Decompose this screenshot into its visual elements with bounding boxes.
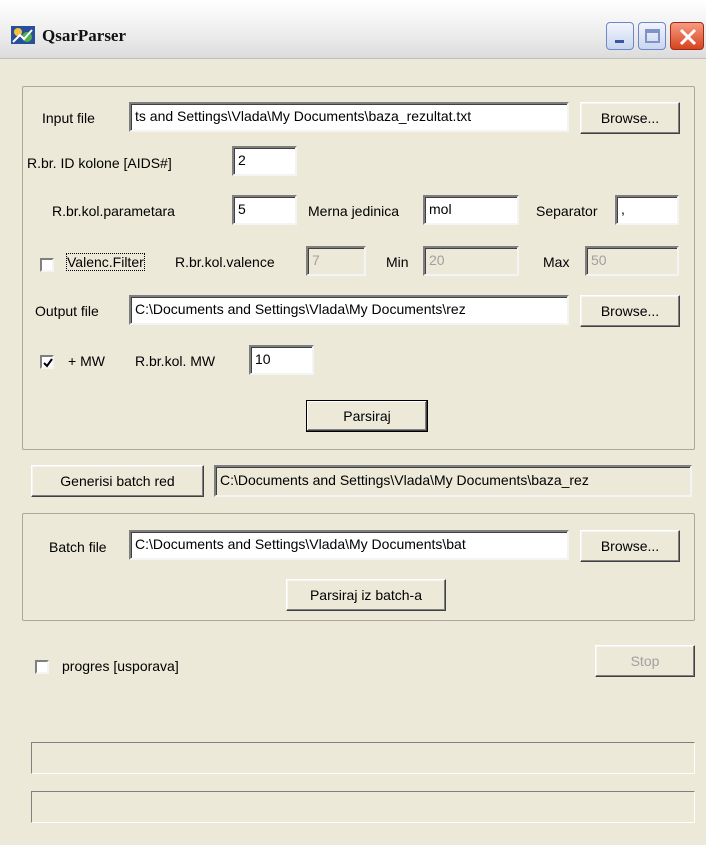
- valence-column-label: R.br.kol.valence: [175, 254, 275, 270]
- parse-batch-button[interactable]: Parsiraj iz batch-a: [286, 579, 446, 611]
- batch-browse-button[interactable]: Browse...: [580, 530, 680, 562]
- mw-label: + MW: [68, 353, 105, 369]
- separator-label: Separator: [536, 203, 598, 219]
- progress-bar-1: [31, 742, 695, 774]
- input-file-field[interactable]: ts and Settings\Vlada\My Documents\baza_…: [129, 102, 569, 132]
- progress-label: progres [usporava]: [62, 658, 179, 674]
- batch-file-field[interactable]: C:\Documents and Settings\Vlada\My Docum…: [129, 530, 569, 560]
- generate-batch-row-button[interactable]: Generisi batch red: [31, 465, 204, 497]
- close-button[interactable]: [670, 22, 704, 50]
- unit-label: Merna jedinica: [308, 203, 400, 219]
- output-browse-button[interactable]: Browse...: [580, 295, 680, 327]
- close-icon: [679, 28, 697, 46]
- app-window: QsarParser Input file ts and Settings\Vl…: [0, 0, 706, 845]
- parse-button[interactable]: Parsiraj: [306, 400, 428, 432]
- minimize-icon: [615, 40, 624, 43]
- window-title: QsarParser: [42, 26, 127, 45]
- input-browse-button[interactable]: Browse...: [580, 102, 680, 134]
- separator-field[interactable]: ,: [615, 195, 679, 225]
- maximize-button[interactable]: [638, 22, 666, 50]
- max-field[interactable]: 50: [585, 246, 679, 276]
- input-file-label: Input file: [42, 110, 95, 126]
- valence-column-field[interactable]: 7: [306, 246, 366, 276]
- output-file-field[interactable]: C:\Documents and Settings\Vlada\My Docum…: [129, 295, 569, 325]
- progress-checkbox[interactable]: [35, 660, 49, 674]
- valence-filter-label[interactable]: Valenc.Filter: [66, 253, 145, 271]
- batch-row-field[interactable]: C:\Documents and Settings\Vlada\My Docum…: [214, 465, 692, 497]
- id-column-field[interactable]: 2: [232, 146, 297, 176]
- valence-filter-checkbox[interactable]: [40, 258, 54, 272]
- min-field[interactable]: 20: [423, 246, 519, 276]
- mw-checkbox[interactable]: [40, 355, 54, 369]
- title-bar[interactable]: QsarParser: [0, 0, 706, 59]
- progress-bar-2: [31, 791, 695, 823]
- max-label: Max: [543, 254, 570, 270]
- stop-button[interactable]: Stop: [595, 645, 695, 677]
- check-icon: [43, 358, 53, 368]
- param-column-label: R.br.kol.parametara: [52, 203, 175, 219]
- param-column-field[interactable]: 5: [232, 195, 297, 225]
- min-label: Min: [386, 254, 409, 270]
- minimize-button[interactable]: [606, 22, 634, 50]
- mw-column-field[interactable]: 10: [249, 345, 314, 375]
- id-column-label: R.br. ID kolone [AIDS#]: [27, 155, 172, 171]
- output-file-label: Output file: [35, 303, 99, 319]
- batch-file-label: Batch file: [49, 539, 107, 555]
- maximize-icon: [645, 29, 660, 43]
- app-icon: [11, 26, 35, 44]
- mw-column-label: R.br.kol. MW: [135, 353, 216, 369]
- unit-field[interactable]: mol: [423, 195, 519, 225]
